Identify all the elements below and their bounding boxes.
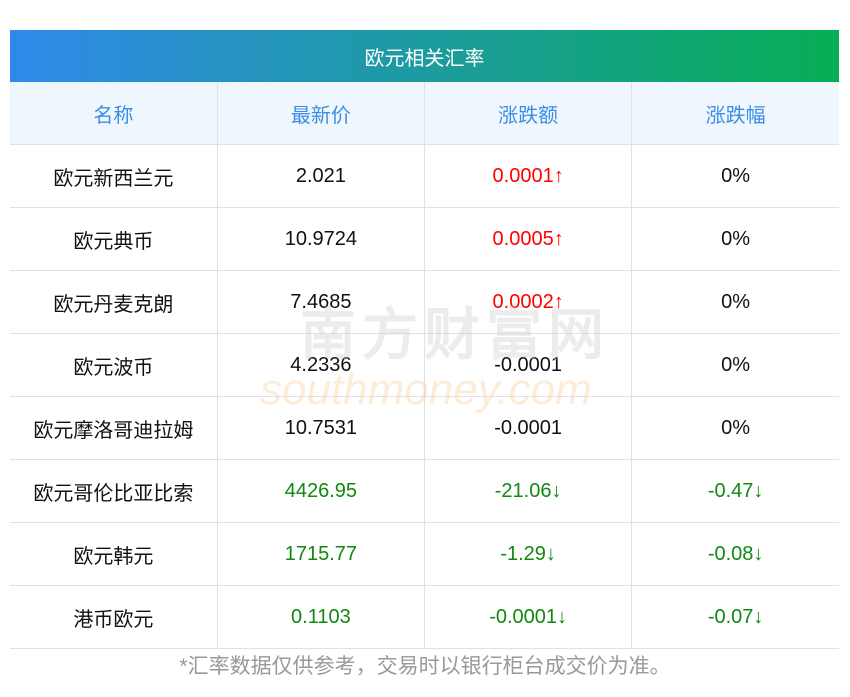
column-header-name: 名称 [10,82,218,145]
currency-pair-name: 欧元韩元 [10,522,218,586]
change-percent: 0% [631,333,839,397]
table-title: 欧元相关汇率 [10,30,839,82]
latest-price: 10.7531 [216,396,426,460]
latest-price: 4426.95 [216,459,426,523]
column-header-change: 涨跌额 [423,82,633,145]
table-row: 欧元哥伦比亚比索 4426.95 -21.06↓ -0.47↓ [10,459,839,523]
change-percent: -0.07↓ [631,585,839,649]
latest-price: 2.021 [216,144,426,208]
disclaimer-footer: *汇率数据仅供参考，交易时以银行柜台成交价为准。 [179,655,671,678]
currency-pair-name: 欧元丹麦克朗 [10,270,218,334]
change-percent: 0% [631,270,839,334]
column-header-percent: 涨跌幅 [631,82,839,145]
table-row: 欧元新西兰元 2.021 0.0001↑ 0% [10,144,839,208]
exchange-rate-widget: 欧元相关汇率 名称 最新价 涨跌额 涨跌幅 欧元新西兰元 2.021 0.0001↑… [10,30,839,649]
change-percent: 0% [631,207,839,271]
table-row: 港币欧元 0.1103 -0.0001↓ -0.07↓ [10,585,839,649]
change-percent: -0.47↓ [631,459,839,523]
change-amount: 0.0001↑ [423,144,633,208]
currency-pair-name: 欧元新西兰元 [10,144,218,208]
table-row: 欧元波币 4.2336 -0.0001 0% [10,333,839,397]
currency-pair-name: 欧元摩洛哥迪拉姆 [10,396,218,460]
table-row: 欧元韩元 1715.77 -1.29↓ -0.08↓ [10,522,839,586]
change-percent: 0% [631,396,839,460]
change-percent: 0% [631,144,839,208]
currency-pair-name: 欧元典币 [10,207,218,271]
latest-price: 1715.77 [216,522,426,586]
latest-price: 4.2336 [216,333,426,397]
table-row: 欧元丹麦克朗 7.4685 0.0002↑ 0% [10,270,839,334]
change-amount: -0.0001 [423,396,633,460]
change-percent: -0.08↓ [631,522,839,586]
change-amount: -0.0001 [423,333,633,397]
table-row: 欧元典币 10.9724 0.0005↑ 0% [10,207,839,271]
latest-price: 7.4685 [216,270,426,334]
change-amount: -1.29↓ [423,522,633,586]
change-amount: -0.0001↓ [423,585,633,649]
currency-pair-name: 欧元哥伦比亚比索 [10,459,218,523]
change-amount: 0.0005↑ [423,207,633,271]
currency-pair-name: 港币欧元 [10,585,218,649]
latest-price: 10.9724 [216,207,426,271]
currency-pair-name: 欧元波币 [10,333,218,397]
change-amount: -21.06↓ [423,459,633,523]
table-header-row: 名称 最新价 涨跌额 涨跌幅 [10,82,839,145]
change-amount: 0.0002↑ [423,270,633,334]
latest-price: 0.1103 [216,585,426,649]
table-row: 欧元摩洛哥迪拉姆 10.7531 -0.0001 0% [10,396,839,460]
exchange-rate-table: 名称 最新价 涨跌额 涨跌幅 欧元新西兰元 2.021 0.0001↑ 0% 欧元典币 1… [10,82,839,649]
column-header-price: 最新价 [216,82,426,145]
